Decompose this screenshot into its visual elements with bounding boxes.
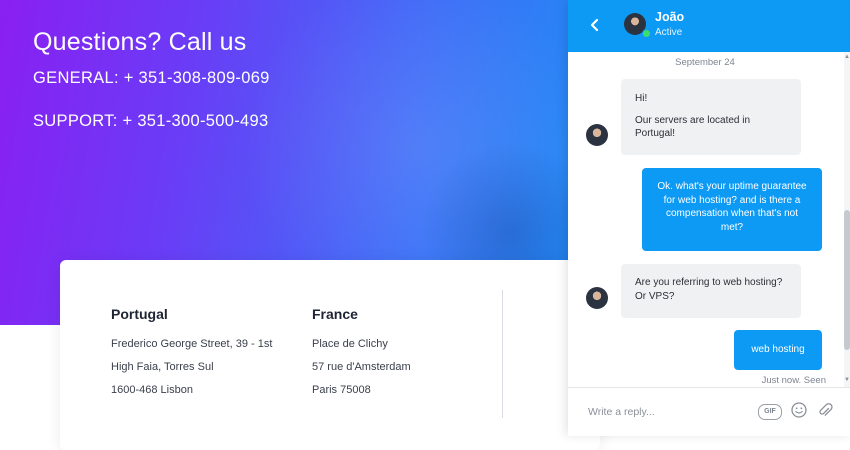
offices-card: Portugal Frederico George Street, 39 - 1… [60, 260, 600, 450]
scroll-down-icon[interactable]: ▼ [844, 377, 850, 383]
office-address-line: Paris 75008 [312, 384, 371, 396]
office-country: Portugal [111, 306, 168, 322]
gif-button[interactable]: GIF [758, 404, 782, 420]
office-france: France Place de Clichy 57 rue d'Amsterda… [312, 306, 411, 402]
user-message: web hosting [734, 330, 822, 370]
chat-header: João Active [568, 0, 850, 52]
agent-message-avatar [586, 124, 608, 146]
back-button[interactable] [586, 14, 604, 36]
office-address-line: 1600-468 Lisbon [111, 384, 193, 396]
general-phone[interactable]: GENERAL: + 351-308-809-069 [33, 69, 270, 88]
smiley-icon [791, 402, 807, 418]
office-address-line: 57 rue d'Amsterdam [312, 361, 411, 373]
office-address-line: High Faia, Torres Sul [111, 361, 214, 373]
chat-widget: João Active September 24 Hi! Our servers… [568, 0, 850, 436]
message-text: Our servers are located in Portugal! [635, 114, 751, 140]
agent-status: Active [655, 27, 683, 38]
reply-input[interactable] [588, 402, 738, 422]
office-country: France [312, 306, 358, 322]
online-status-dot [642, 29, 651, 38]
agent-message: Are you referring to web hosting? Or VPS… [621, 264, 801, 318]
support-phone[interactable]: SUPPORT: + 351-300-500-493 [33, 112, 268, 131]
message-list[interactable]: September 24 Hi! Our servers are located… [568, 52, 850, 387]
agent-name: João [655, 10, 685, 24]
attach-button[interactable] [817, 401, 833, 419]
emoji-button[interactable] [790, 401, 808, 419]
office-address-line: Frederico George Street, 39 - 1st [111, 338, 273, 350]
agent-message-avatar [586, 287, 608, 309]
paperclip-icon [819, 403, 833, 416]
agent-message: Hi! Our servers are located in Portugal! [621, 79, 801, 155]
read-receipt: Just now. Seen [761, 375, 826, 386]
message-text: Hi! [635, 93, 648, 104]
office-portugal: Portugal Frederico George Street, 39 - 1… [111, 306, 272, 402]
card-divider [502, 290, 503, 418]
hero-title: Questions? Call us [33, 28, 247, 56]
scroll-up-icon[interactable]: ▲ [844, 54, 850, 60]
office-address-line: Place de Clichy [312, 338, 388, 350]
date-separator: September 24 [675, 57, 735, 68]
user-message: Ok. what's your uptime guarantee for web… [642, 168, 822, 251]
scrollbar-thumb[interactable] [844, 210, 850, 350]
chevron-left-icon [590, 18, 599, 32]
reply-composer: GIF [568, 387, 850, 436]
